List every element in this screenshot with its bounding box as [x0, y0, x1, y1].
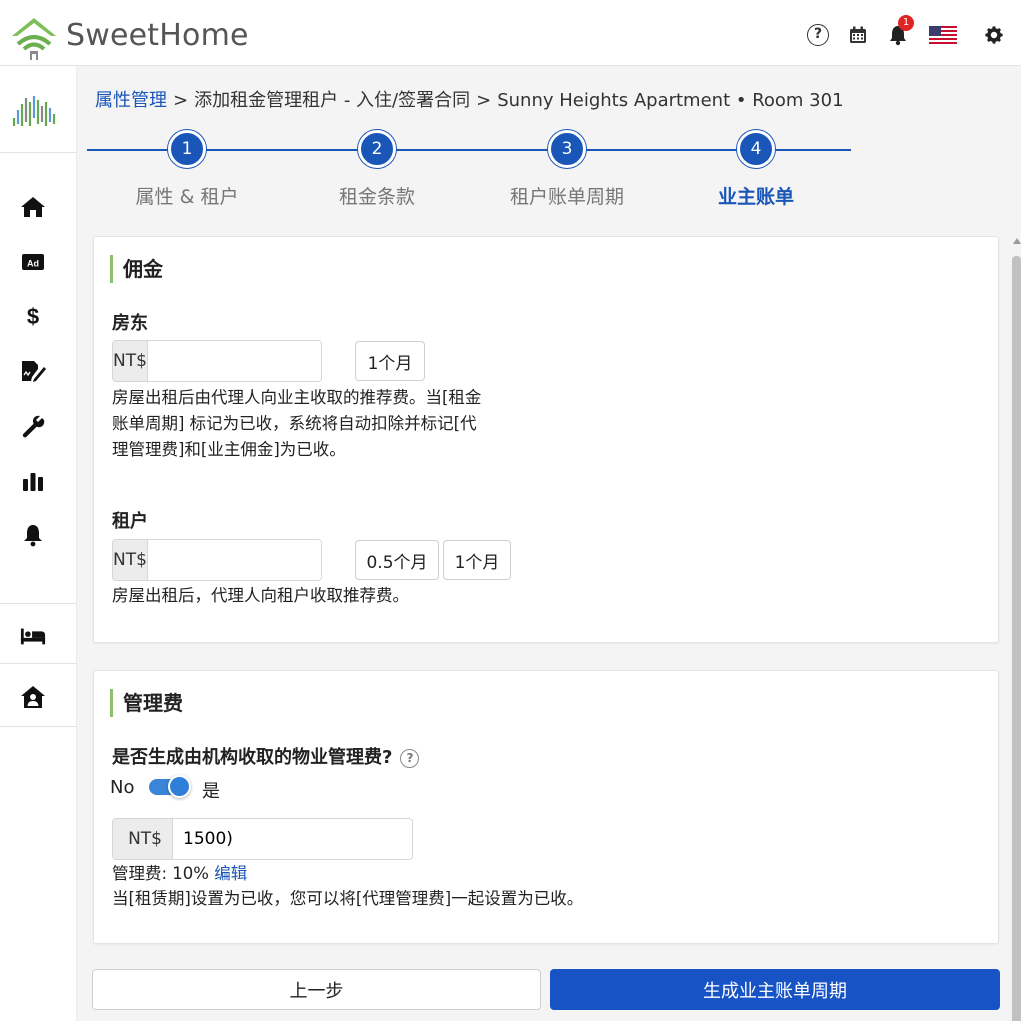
- step-4-active[interactable]: 4 业主账单: [656, 130, 856, 209]
- step-label: 租户账单周期: [509, 186, 624, 208]
- sidebar-item-tenants[interactable]: [20, 684, 46, 710]
- notification-bell-icon[interactable]: 1: [885, 15, 914, 48]
- us-flag-icon[interactable]: [929, 26, 957, 44]
- management-fee-rate-line: 管理费: 10% 编辑: [112, 861, 583, 886]
- breadcrumb: 属性管理 > 添加租金管理租户 - 入住/签署合同 > Sunny Heights Ap…: [95, 86, 844, 112]
- generate-owner-billing-button[interactable]: 生成业主账单周期: [550, 969, 1000, 1010]
- management-fee-card: 管理费 是否生成由机构收取的物业管理费?? No 是 NT$ 管理费: 10% …: [93, 670, 999, 944]
- landlord-description-line: 房屋出租后由代理人向业主收取的推荐费。当[租金: [112, 388, 482, 407]
- landlord-description-line: 账单周期] 标记为已收，系统将自动扣除并标记[代: [112, 414, 477, 433]
- management-fee-input-group: NT$: [112, 818, 413, 860]
- sidebar-divider: [0, 603, 77, 604]
- sidebar-item-ads[interactable]: Ad: [20, 249, 46, 275]
- edit-link[interactable]: 编辑: [214, 864, 247, 883]
- calendar-icon[interactable]: [845, 22, 871, 48]
- breadcrumb-link-property[interactable]: 属性管理: [95, 90, 167, 111]
- tenant-description: 房屋出租后，代理人向租户收取推荐费。: [112, 586, 409, 605]
- tenant-option-half-month[interactable]: 0.5个月: [355, 540, 439, 580]
- landlord-description: 房屋出租后由代理人向业主收取的推荐费。当[租金 账单周期] 标记为已收，系统将自…: [112, 385, 481, 463]
- top-bar: SweetHome ? 1: [0, 0, 1021, 66]
- ad-icon: Ad: [22, 254, 44, 270]
- sweethome-logo-icon[interactable]: [8, 14, 60, 62]
- commission-title: 佣金: [110, 255, 163, 283]
- sidebar-item-rooms[interactable]: [20, 623, 46, 649]
- currency-addon: NT$: [113, 540, 148, 580]
- wrench-icon: [22, 415, 45, 438]
- svg-text:$: $: [27, 304, 39, 328]
- bell-icon: [24, 525, 42, 547]
- commission-card: 佣金 房东 NT$ 1个月 房屋出租后由代理人向业主收取的推荐费。当[租金 账单…: [93, 236, 999, 643]
- tenant-commission-input[interactable]: [147, 540, 321, 580]
- main-content: 属性管理 > 添加租金管理租户 - 入住/签署合同 > Sunny Heights Ap…: [77, 66, 1021, 1021]
- dollar-icon: $: [27, 304, 39, 328]
- previous-step-button[interactable]: 上一步: [92, 969, 541, 1010]
- management-fee-rate: 管理费: 10%: [112, 864, 209, 883]
- org-logo-icon[interactable]: [10, 88, 60, 132]
- management-fee-toggle[interactable]: [149, 775, 191, 798]
- bar-chart-icon: [23, 473, 43, 491]
- breadcrumb-item-add-tenant: 添加租金管理租户 - 入住/签署合同: [194, 90, 471, 111]
- help-icon[interactable]: ?: [400, 748, 420, 768]
- top-icons: ? 1: [791, 15, 1007, 48]
- help-icon[interactable]: ?: [805, 22, 831, 48]
- management-fee-info: 管理费: 10% 编辑 当[租赁期]设置为已收，您可以将[代理管理费]一起设置为…: [112, 861, 583, 911]
- sidebar-item-finance[interactable]: $: [20, 303, 46, 329]
- step-number: 3: [548, 130, 586, 168]
- tenant-label: 租户: [112, 511, 148, 532]
- sidebar-item-maintenance[interactable]: [20, 413, 46, 439]
- currency-addon: NT$: [113, 341, 148, 381]
- step-label: 租金条款: [338, 186, 415, 208]
- bed-icon: [20, 628, 46, 645]
- landlord-commission-input-group: NT$: [112, 340, 322, 382]
- sidebar-divider: [0, 663, 77, 664]
- notification-badge: 1: [898, 15, 914, 31]
- toggle-on-label: 是: [202, 781, 220, 802]
- step-label: 业主账单: [717, 186, 794, 208]
- sidebar-item-home[interactable]: [20, 194, 46, 220]
- step-number: 2: [358, 130, 396, 168]
- landlord-option-1-month[interactable]: 1个月: [355, 341, 425, 381]
- sidebar: Ad $: [0, 66, 77, 1021]
- breadcrumb-item-room: Sunny Heights Apartment • Room 301: [497, 90, 844, 111]
- currency-addon: NT$: [113, 819, 173, 859]
- sidebar-divider: [0, 726, 77, 727]
- tenant-option-1-month[interactable]: 1个月: [443, 540, 511, 580]
- svg-text:Ad: Ad: [27, 259, 39, 269]
- sidebar-item-contracts[interactable]: [20, 358, 46, 384]
- step-number: 4: [737, 130, 775, 168]
- step-1[interactable]: 1 属性 & 租户: [87, 130, 287, 209]
- landlord-commission-input[interactable]: [147, 341, 321, 381]
- management-fee-question: 是否生成由机构收取的物业管理费??: [112, 743, 420, 769]
- management-fee-note: 当[租赁期]设置为已收，您可以将[代理管理费]一起设置为已收。: [112, 889, 584, 908]
- toggle-off-label: No: [110, 777, 135, 798]
- gear-icon[interactable]: [981, 22, 1007, 48]
- sidebar-item-notifications[interactable]: [20, 522, 46, 548]
- management-fee-title: 管理费: [110, 689, 183, 717]
- landlord-label: 房东: [112, 313, 148, 334]
- step-2[interactable]: 2 租金条款: [277, 130, 477, 209]
- toggle-knob: [168, 775, 191, 798]
- step-label: 属性 & 租户: [135, 186, 239, 208]
- help-glyph: ?: [807, 24, 829, 46]
- breadcrumb-separator: >: [476, 90, 492, 111]
- scroll-up-arrow-icon[interactable]: [1013, 238, 1021, 244]
- scrollbar[interactable]: [1012, 238, 1021, 1021]
- management-fee-question-text: 是否生成由机构收取的物业管理费?: [112, 747, 393, 768]
- contract-sign-icon: [22, 361, 46, 382]
- sidebar-divider: [0, 152, 77, 153]
- breadcrumb-separator: >: [173, 90, 189, 111]
- sidebar-item-reports[interactable]: [20, 468, 46, 494]
- house-user-icon: [21, 686, 45, 708]
- step-3[interactable]: 3 租户账单周期: [467, 130, 667, 209]
- step-number: 1: [168, 130, 206, 168]
- scroll-thumb[interactable]: [1012, 256, 1021, 1021]
- brand-name: SweetHome: [66, 18, 249, 53]
- landlord-description-line: 理管理费]和[业主佣金]为已收。: [112, 440, 346, 459]
- management-fee-amount-input[interactable]: [173, 819, 412, 859]
- home-icon: [21, 197, 45, 217]
- tenant-commission-input-group: NT$: [112, 539, 322, 581]
